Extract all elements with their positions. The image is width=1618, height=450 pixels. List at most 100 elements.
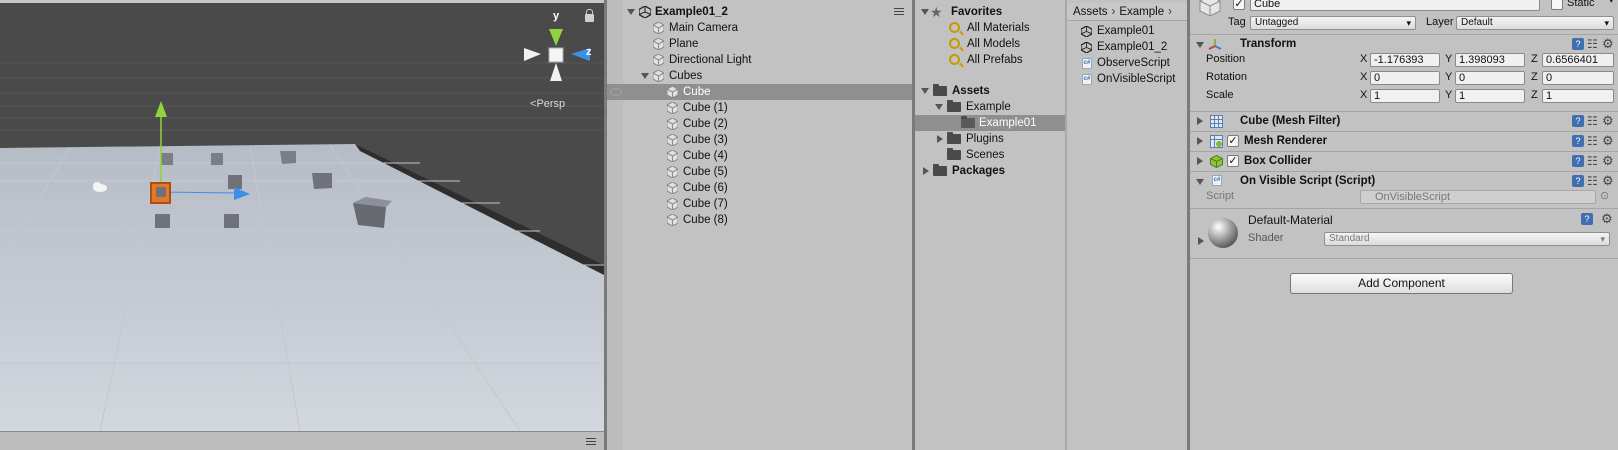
hierarchy-item-cube-3[interactable]: Cube (3) bbox=[607, 132, 912, 148]
transform-header[interactable]: Transform ? ☷ ⚙ bbox=[1190, 34, 1618, 53]
mesh-filter-header[interactable]: Cube (Mesh Filter) ? ☷ ⚙ bbox=[1190, 111, 1618, 130]
script-component-header[interactable]: c# On Visible Script (Script) ? ☷ ⚙ bbox=[1190, 171, 1618, 190]
expand-arrow-icon[interactable] bbox=[1196, 179, 1204, 185]
scene-cube[interactable] bbox=[228, 175, 242, 189]
rotation-x-field[interactable]: 0 bbox=[1370, 71, 1440, 85]
collapse-arrow-icon[interactable] bbox=[937, 135, 943, 143]
gear-icon[interactable]: ⚙ bbox=[1602, 154, 1615, 167]
mesh-renderer-header[interactable]: ✓ Mesh Renderer ? ☷ ⚙ bbox=[1190, 131, 1618, 150]
collapse-arrow-icon[interactable] bbox=[1197, 137, 1203, 145]
scene-cube[interactable] bbox=[280, 151, 296, 164]
scene-cube[interactable] bbox=[211, 153, 223, 165]
box-collider-enabled-checkbox[interactable]: ✓ bbox=[1227, 155, 1239, 167]
breadcrumb-item[interactable]: Assets bbox=[1073, 6, 1108, 18]
collapse-arrow-icon[interactable] bbox=[923, 167, 929, 175]
scale-y-field[interactable]: 1 bbox=[1455, 89, 1525, 103]
gear-icon[interactable]: ⚙ bbox=[1602, 37, 1615, 50]
favorites-header[interactable]: ★ Favorites bbox=[915, 4, 1065, 20]
menu-icon[interactable] bbox=[894, 8, 904, 15]
expand-arrow-icon[interactable] bbox=[1196, 42, 1204, 48]
breadcrumb-item[interactable]: Example bbox=[1119, 6, 1164, 18]
static-checkbox[interactable] bbox=[1551, 0, 1563, 10]
file-item-example01-2[interactable]: Example01_2 bbox=[1067, 39, 1187, 55]
tag-dropdown[interactable]: Untagged bbox=[1250, 16, 1416, 30]
help-icon[interactable]: ? bbox=[1572, 155, 1584, 167]
position-x-field[interactable]: -1.176393 bbox=[1370, 53, 1440, 67]
rotation-y-field[interactable]: 0 bbox=[1455, 71, 1525, 85]
hierarchy-item-label: Cube (5) bbox=[683, 166, 728, 178]
scene-cube[interactable] bbox=[224, 214, 239, 228]
layer-dropdown[interactable]: Default bbox=[1456, 16, 1614, 30]
add-component-button[interactable]: Add Component bbox=[1290, 273, 1513, 294]
position-y-field[interactable]: 1.398093 bbox=[1455, 53, 1525, 67]
active-checkbox[interactable]: ✓ bbox=[1233, 0, 1245, 10]
hierarchy-item-cube-5[interactable]: Cube (5) bbox=[607, 164, 912, 180]
help-icon[interactable]: ? bbox=[1572, 175, 1584, 187]
scene-cube[interactable] bbox=[312, 173, 332, 189]
mesh-renderer-enabled-checkbox[interactable]: ✓ bbox=[1227, 135, 1239, 147]
folder-item-scenes[interactable]: Scenes bbox=[915, 147, 1065, 163]
folder-item-example01[interactable]: Example01 bbox=[915, 115, 1065, 131]
favorites-item[interactable]: All Models bbox=[915, 36, 1065, 52]
hierarchy-item-cube-6[interactable]: Cube (6) bbox=[607, 180, 912, 196]
box-collider-header[interactable]: ✓ Box Collider ? ☷ ⚙ bbox=[1190, 151, 1618, 170]
scene-cube[interactable] bbox=[161, 153, 173, 165]
preset-icon[interactable]: ☷ bbox=[1587, 155, 1600, 167]
file-item-observescript[interactable]: c# ObserveScript bbox=[1067, 55, 1187, 71]
gear-icon[interactable]: ⚙ bbox=[1602, 114, 1615, 127]
file-item-example01[interactable]: Example01 bbox=[1067, 23, 1187, 39]
hierarchy-item-cube-selected[interactable]: Cube bbox=[607, 84, 912, 100]
help-icon[interactable]: ? bbox=[1572, 135, 1584, 147]
expand-arrow-icon[interactable] bbox=[641, 73, 649, 79]
packages-header[interactable]: Packages bbox=[915, 163, 1065, 179]
gear-icon[interactable]: ⚙ bbox=[1602, 174, 1615, 187]
collapse-arrow-icon[interactable] bbox=[1197, 157, 1203, 165]
hierarchy-item-cube-8[interactable]: Cube (8) bbox=[607, 212, 912, 228]
folder-item-plugins[interactable]: Plugins bbox=[915, 131, 1065, 147]
static-dropdown-icon[interactable]: ▾ bbox=[1609, 0, 1614, 6]
preset-icon[interactable]: ☷ bbox=[1587, 175, 1600, 187]
scale-z-field[interactable]: 1 bbox=[1542, 89, 1614, 103]
scene-cube[interactable] bbox=[155, 214, 170, 228]
expand-arrow-icon[interactable] bbox=[935, 104, 943, 110]
expand-arrow-icon[interactable] bbox=[921, 88, 929, 94]
object-name-field[interactable]: Cube bbox=[1250, 0, 1540, 11]
hierarchy-item-cube-2[interactable]: Cube (2) bbox=[607, 116, 912, 132]
scene-canvas[interactable] bbox=[0, 3, 604, 431]
rotation-z-field[interactable]: 0 bbox=[1542, 71, 1614, 85]
hierarchy-item-main-camera[interactable]: Main Camera bbox=[607, 20, 912, 36]
favorites-item[interactable]: All Prefabs bbox=[915, 52, 1065, 68]
hierarchy-item-cube-1[interactable]: Cube (1) bbox=[607, 100, 912, 116]
hierarchy-item-plane[interactable]: Plane bbox=[607, 36, 912, 52]
help-icon[interactable]: ? bbox=[1572, 38, 1584, 50]
folder-item-example[interactable]: Example bbox=[915, 99, 1065, 115]
collapse-arrow-icon[interactable] bbox=[1198, 237, 1204, 245]
expand-arrow-icon[interactable] bbox=[627, 9, 635, 15]
hierarchy-item-directional-light[interactable]: Directional Light bbox=[607, 52, 912, 68]
preset-icon[interactable]: ☷ bbox=[1587, 38, 1600, 50]
gear-icon[interactable]: ⚙ bbox=[1601, 212, 1614, 225]
help-icon[interactable]: ? bbox=[1572, 115, 1584, 127]
hierarchy-scene-row[interactable]: Example01_2 bbox=[607, 4, 912, 20]
assets-header[interactable]: Assets bbox=[915, 83, 1065, 99]
position-z-field[interactable]: 0.6566401 bbox=[1542, 53, 1614, 67]
expand-arrow-icon[interactable] bbox=[921, 9, 929, 15]
hierarchy-item-cubes[interactable]: Cubes bbox=[607, 68, 912, 84]
scene-view[interactable]: y z <Persp bbox=[0, 0, 604, 450]
hierarchy-item-cube-7[interactable]: Cube (7) bbox=[607, 196, 912, 212]
favorites-item[interactable]: All Materials bbox=[915, 20, 1065, 36]
hierarchy-item-cube-4[interactable]: Cube (4) bbox=[607, 148, 912, 164]
preset-icon[interactable]: ☷ bbox=[1587, 135, 1600, 147]
collapse-arrow-icon[interactable] bbox=[1197, 117, 1203, 125]
lock-icon[interactable] bbox=[585, 9, 594, 22]
scene-cube[interactable] bbox=[353, 203, 386, 228]
menu-icon[interactable] bbox=[586, 438, 596, 445]
persp-label[interactable]: <Persp bbox=[530, 98, 565, 110]
help-icon[interactable]: ? bbox=[1581, 213, 1593, 225]
file-item-onvisiblescript[interactable]: c# OnVisibleScript bbox=[1067, 71, 1187, 87]
scale-x-field[interactable]: 1 bbox=[1370, 89, 1440, 103]
gear-icon[interactable]: ⚙ bbox=[1602, 134, 1615, 147]
visibility-eye-icon[interactable] bbox=[610, 88, 622, 96]
preset-icon[interactable]: ☷ bbox=[1587, 115, 1600, 127]
shader-dropdown[interactable]: Standard bbox=[1324, 232, 1610, 246]
